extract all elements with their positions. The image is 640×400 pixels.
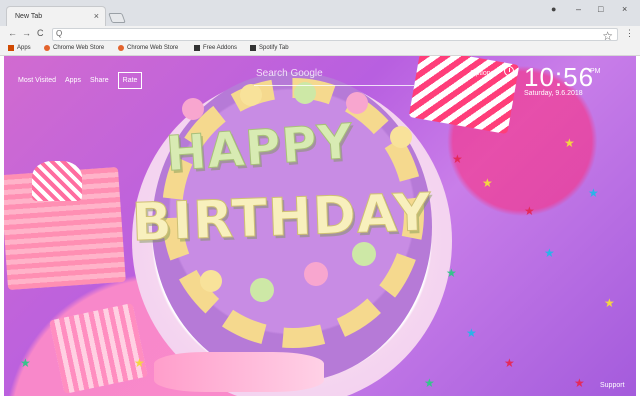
- confetti-star: ★: [604, 296, 615, 310]
- forward-icon[interactable]: →: [22, 28, 31, 38]
- maximize-icon[interactable]: □: [598, 4, 603, 14]
- nav-most-visited[interactable]: Most Visited: [18, 77, 56, 84]
- account-icon[interactable]: ●: [551, 4, 556, 14]
- confetti-star: ★: [452, 152, 463, 166]
- bookmark-label: Chrome Web Store: [53, 45, 105, 51]
- apps-grid-icon: [8, 45, 14, 51]
- gift-box-bottom: [49, 302, 148, 395]
- clock-icon[interactable]: [504, 66, 514, 76]
- browser-titlebar: New Tab × ● – □ ×: [0, 0, 640, 26]
- clock-time: 10:56: [524, 62, 595, 92]
- confetti-star: ★: [588, 186, 599, 200]
- candy: [240, 84, 262, 106]
- confetti-star: ★: [564, 136, 575, 150]
- search-input[interactable]: [256, 68, 412, 79]
- bookmark-free-addons[interactable]: Free Addons: [194, 45, 237, 51]
- bookmark-label: Spotify Tab: [259, 45, 289, 51]
- confetti-star: ★: [524, 204, 535, 218]
- chrome-web-store-icon: [118, 45, 124, 51]
- bookmark-chrome-web-store[interactable]: Chrome Web Store: [44, 45, 104, 51]
- nav-share[interactable]: Share: [90, 77, 109, 84]
- chrome-web-store-icon: [44, 45, 50, 51]
- minimize-icon[interactable]: –: [576, 4, 581, 14]
- clock-ampm: PM: [590, 68, 601, 75]
- candy: [250, 278, 274, 302]
- cake-text-birthday: BIRTHDAY: [131, 182, 434, 254]
- top-nav: Most Visited Apps Share Rate: [18, 72, 143, 89]
- menu-icon[interactable]: ⋮: [625, 28, 634, 39]
- nav-apps[interactable]: Apps: [65, 77, 81, 84]
- tab-title: New Tab: [15, 13, 43, 20]
- bookmarks-bar: Apps Chrome Web Store Chrome Web Store F…: [0, 42, 640, 56]
- confetti-star: ★: [20, 356, 31, 370]
- clock-date: Saturday, 9.6.2018: [524, 90, 583, 97]
- candy: [346, 92, 368, 114]
- confetti-star: ★: [544, 246, 555, 260]
- candy: [182, 98, 204, 120]
- candy: [304, 262, 328, 286]
- candy: [352, 242, 376, 266]
- confetti-star: ★: [466, 326, 477, 340]
- bookmark-label: Free Addons: [203, 45, 238, 51]
- close-window-icon[interactable]: ×: [622, 4, 627, 14]
- tab-close-icon[interactable]: ×: [94, 11, 99, 21]
- reload-icon[interactable]: C: [37, 28, 44, 38]
- options-link[interactable]: Options: [470, 70, 494, 77]
- browser-toolbar: ← → C Q ☆ ⋮: [0, 26, 640, 43]
- nav-rate-button[interactable]: Rate: [117, 72, 143, 89]
- tab-new-tab[interactable]: New Tab ×: [6, 6, 106, 26]
- spotify-tab-icon: [250, 45, 256, 51]
- bookmark-star-icon[interactable]: ☆: [602, 29, 613, 43]
- search-box: [254, 64, 414, 86]
- bookmark-spotify-tab[interactable]: Spotify Tab: [250, 45, 289, 51]
- bookmark-apps[interactable]: Apps: [8, 45, 31, 51]
- confetti-star: ★: [446, 266, 457, 280]
- back-icon[interactable]: ←: [8, 28, 17, 38]
- new-tab-page: HAPPY BIRTHDAY ★ ★ ★ ★ ★ ★ ★ ★ ★ ★ ★ ★ ★…: [4, 56, 636, 396]
- gift-box-right: [408, 56, 520, 135]
- address-bar[interactable]: Q ☆: [52, 28, 618, 43]
- gift-ribbon: [32, 161, 82, 201]
- candy: [390, 126, 412, 148]
- addons-icon: [194, 45, 200, 51]
- candy: [200, 270, 222, 292]
- bookmark-chrome-web-store-2[interactable]: Chrome Web Store: [118, 45, 178, 51]
- support-link[interactable]: Support: [600, 382, 625, 389]
- new-tab-button[interactable]: [108, 13, 126, 23]
- bookmark-label: Chrome Web Store: [127, 45, 179, 51]
- search-icon: Q: [56, 29, 63, 38]
- bookmark-label: Apps: [17, 45, 31, 51]
